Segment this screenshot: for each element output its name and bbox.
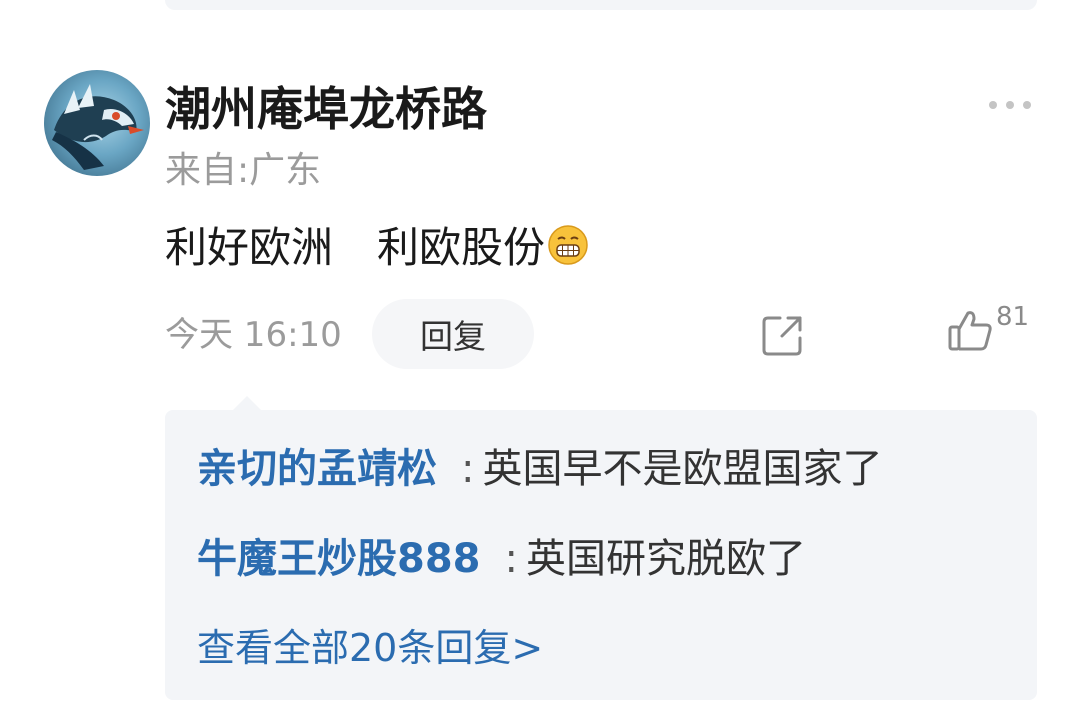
dragon-avatar-icon (52, 84, 144, 170)
reply-author[interactable]: 亲切的孟靖松 (197, 446, 437, 492)
comment-page: 潮州庵埠龙桥路 来自:广东 利好欧洲 利欧股份 今天 16:10 回复 81 亲… (0, 0, 1080, 723)
comment-timestamp: 今天 16:10 (165, 315, 342, 355)
view-all-replies-link[interactable]: 查看全部20条回复> (197, 622, 543, 674)
grinning-face-emoji-icon (548, 225, 588, 265)
username[interactable]: 潮州庵埠龙桥路 (165, 80, 487, 138)
more-dots-icon[interactable] (985, 95, 1035, 115)
share-icon[interactable] (760, 312, 806, 358)
reply-content: 英国早不是欧盟国家了 (482, 446, 883, 492)
reply-author[interactable]: 牛魔王炒股888 (197, 536, 481, 582)
comment-text: 利好欧洲 利欧股份 (165, 220, 589, 276)
reply-separator: : (504, 536, 518, 582)
reply-separator: : (461, 446, 475, 492)
reply-item: 牛魔王炒股888: 英国研究脱欧了 (197, 532, 806, 586)
reply-button[interactable]: 回复 (372, 299, 534, 369)
user-avatar[interactable] (44, 70, 150, 176)
comment-text-part2: 利欧股份 (377, 223, 546, 272)
previous-item-edge (165, 0, 1037, 10)
reply-item: 亲切的孟靖松: 英国早不是欧盟国家了 (197, 442, 882, 496)
thumbs-up-icon[interactable] (946, 307, 994, 355)
location-label: 来自:广东 (165, 150, 322, 191)
reply-content: 英国研究脱欧了 (525, 536, 806, 582)
like-count: 81 (996, 302, 1030, 332)
comment-text-part1: 利好欧洲 (165, 223, 334, 272)
